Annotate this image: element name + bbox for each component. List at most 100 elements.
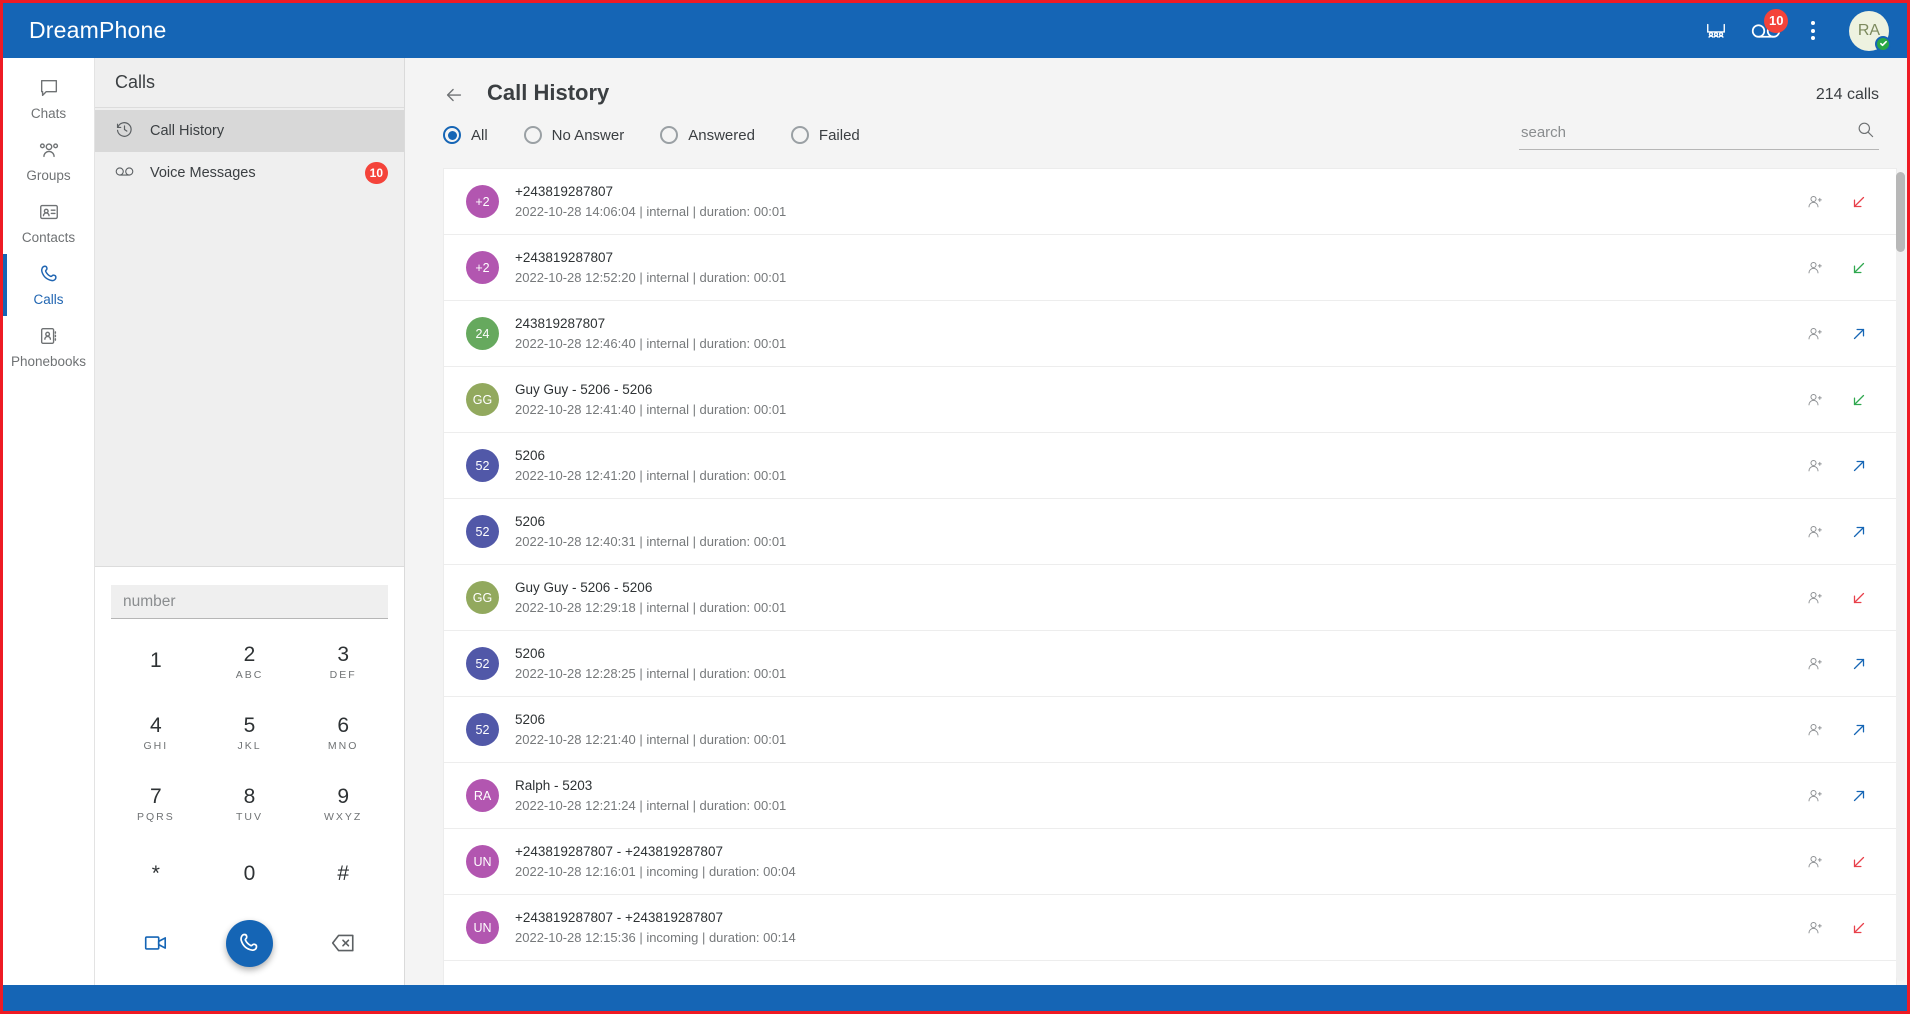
dialpad-letters: WXYZ xyxy=(323,810,363,823)
table-row[interactable]: GG Guy Guy - 5206 - 5206 2022-10-28 12:41:… xyxy=(444,367,1896,433)
avatar: 52 xyxy=(466,449,499,482)
table-row[interactable]: 52 5206 2022-10-28 12:21:40 | internal | d… xyxy=(444,697,1896,763)
number-field[interactable] xyxy=(111,585,388,619)
calls-panel-title: Calls xyxy=(95,58,404,108)
filter-radio-all[interactable]: All xyxy=(443,126,488,144)
list-scrollbar-thumb[interactable] xyxy=(1896,172,1905,252)
dialpad-key-8[interactable]: 8 TUV xyxy=(203,769,297,840)
add-contact-icon[interactable] xyxy=(1806,589,1824,607)
sidebar-item-phonebooks[interactable]: Phonebooks xyxy=(3,316,94,378)
sidebar-item-calls[interactable]: Calls xyxy=(3,254,94,316)
add-contact-icon[interactable] xyxy=(1806,391,1824,409)
call-row-actions xyxy=(1806,721,1876,739)
search-icon[interactable] xyxy=(1856,120,1875,144)
call-direction-in-ok-icon[interactable] xyxy=(1850,391,1868,409)
table-row[interactable]: GG Guy Guy - 5206 - 5206 2022-10-28 12:29:… xyxy=(444,565,1896,631)
avatar-initials: 24 xyxy=(475,326,490,341)
conference-icon[interactable] xyxy=(1703,20,1729,42)
dialpad-key-6[interactable]: 6 MNO xyxy=(296,698,390,769)
add-contact-icon[interactable] xyxy=(1806,325,1824,343)
number-input[interactable] xyxy=(123,592,376,611)
call-row-actions xyxy=(1806,589,1876,607)
call-row-actions xyxy=(1806,523,1876,541)
dialpad-letters: ABC xyxy=(235,668,264,681)
call-row-subtitle: 2022-10-28 12:16:01 | incoming | duratio… xyxy=(515,864,796,879)
kebab-menu-icon[interactable] xyxy=(1803,17,1823,44)
filter-radio-no-answer[interactable]: No Answer xyxy=(523,126,624,144)
calls-panel: Calls Call History Voice Messages 10 num… xyxy=(95,58,405,985)
avatar: +2 xyxy=(466,185,499,218)
avatar-initials: +2 xyxy=(475,260,490,275)
call-direction-in-missed-icon[interactable] xyxy=(1850,589,1868,607)
call-direction-in-missed-icon[interactable] xyxy=(1850,193,1868,211)
dialpad-key-star[interactable]: * xyxy=(109,840,203,911)
add-contact-icon[interactable] xyxy=(1806,259,1824,277)
call-direction-out-icon[interactable] xyxy=(1850,325,1868,343)
avatar: 52 xyxy=(466,713,499,746)
dialpad-key-3[interactable]: 3 DEF xyxy=(296,627,390,698)
table-row[interactable]: +2 +243819287807 2022-10-28 12:52:20 | int… xyxy=(444,235,1896,301)
sidebar-item-groups[interactable]: Groups xyxy=(3,130,94,192)
sidebar-item-chats[interactable]: Chats xyxy=(3,68,94,130)
add-contact-icon[interactable] xyxy=(1806,787,1824,805)
dialpad-digit: 3 xyxy=(337,643,349,667)
table-row[interactable]: +2 +243819287807 2022-10-28 14:06:04 | int… xyxy=(444,169,1896,235)
table-row[interactable]: UN +243819287807 - +243819287807 2022-10-2… xyxy=(444,895,1896,961)
table-row[interactable]: RA Ralph - 5203 2022-10-28 12:21:24 | inte… xyxy=(444,763,1896,829)
dialpad-key-9[interactable]: 9 WXYZ xyxy=(296,769,390,840)
dialpad-key-5[interactable]: 5 JKL xyxy=(203,698,297,769)
add-contact-icon[interactable] xyxy=(1806,919,1824,937)
dialpad-key-7[interactable]: 7 PQRS xyxy=(109,769,203,840)
table-row[interactable]: 52 5206 2022-10-28 12:28:25 | internal | d… xyxy=(444,631,1896,697)
call-row-actions xyxy=(1806,853,1876,871)
sidebar-item-contacts[interactable]: Contacts xyxy=(3,192,94,254)
call-direction-out-icon[interactable] xyxy=(1850,523,1868,541)
arrow-left-icon[interactable] xyxy=(443,84,465,106)
avatar: GG xyxy=(466,581,499,614)
filter-radio-answered[interactable]: Answered xyxy=(660,126,755,144)
panel-item-voice-messages[interactable]: Voice Messages 10 xyxy=(95,152,404,194)
sidebar-label-chats: Chats xyxy=(30,106,67,121)
voicemail-icon[interactable]: 10 xyxy=(1751,8,1789,40)
call-direction-out-icon[interactable] xyxy=(1850,787,1868,805)
table-row[interactable]: UN +243819287807 - +243819287807 2022-10-2… xyxy=(444,829,1896,895)
avatar-initials: 52 xyxy=(475,656,490,671)
add-contact-icon[interactable] xyxy=(1806,853,1824,871)
avatar[interactable]: RA xyxy=(1849,10,1891,52)
search-box[interactable] xyxy=(1519,120,1879,150)
panel-item-call-history[interactable]: Call History xyxy=(95,110,404,152)
call-direction-in-ok-icon[interactable] xyxy=(1850,259,1868,277)
panel-label-call-history: Call History xyxy=(150,123,225,139)
list-scrollbar[interactable] xyxy=(1896,172,1905,981)
dialpad-key-4[interactable]: 4 GHI xyxy=(109,698,203,769)
call-direction-in-missed-icon[interactable] xyxy=(1850,919,1868,937)
dialpad-key-hash[interactable]: # xyxy=(296,840,390,911)
call-direction-out-icon[interactable] xyxy=(1850,655,1868,673)
dialpad-key-2[interactable]: 2 ABC xyxy=(203,627,297,698)
voicemail-badge: 10 xyxy=(1764,8,1789,33)
search-input[interactable] xyxy=(1521,123,1856,141)
video-camera-icon[interactable] xyxy=(143,930,169,956)
filter-radio-failed[interactable]: Failed xyxy=(790,126,860,144)
add-contact-icon[interactable] xyxy=(1806,721,1824,739)
call-direction-in-missed-icon[interactable] xyxy=(1850,853,1868,871)
table-row[interactable]: 52 5206 2022-10-28 12:41:20 | internal | d… xyxy=(444,433,1896,499)
add-contact-icon[interactable] xyxy=(1806,655,1824,673)
dialpad-letters: PQRS xyxy=(136,810,175,823)
sidebar-label-groups: Groups xyxy=(26,168,71,183)
people-group-icon xyxy=(38,139,60,164)
dialpad-key-1[interactable]: 1 xyxy=(109,627,203,698)
add-contact-icon[interactable] xyxy=(1806,457,1824,475)
table-row[interactable]: 52 5206 2022-10-28 12:40:31 | internal | d… xyxy=(444,499,1896,565)
call-row-subtitle: 2022-10-28 12:41:20 | internal | duratio… xyxy=(515,468,787,483)
table-row[interactable]: 24 243819287807 2022-10-28 12:46:40 | inte… xyxy=(444,301,1896,367)
calls-panel-list: Call History Voice Messages 10 xyxy=(95,108,404,194)
add-contact-icon[interactable] xyxy=(1806,523,1824,541)
dialpad-key-0[interactable]: 0 xyxy=(203,840,297,911)
add-contact-icon[interactable] xyxy=(1806,193,1824,211)
call-direction-out-icon[interactable] xyxy=(1850,721,1868,739)
call-direction-out-icon[interactable] xyxy=(1850,457,1868,475)
call-filter-radio-group: All No Answer Answered Failed xyxy=(443,126,860,144)
call-button[interactable] xyxy=(225,919,273,967)
backspace-icon[interactable] xyxy=(330,930,356,956)
